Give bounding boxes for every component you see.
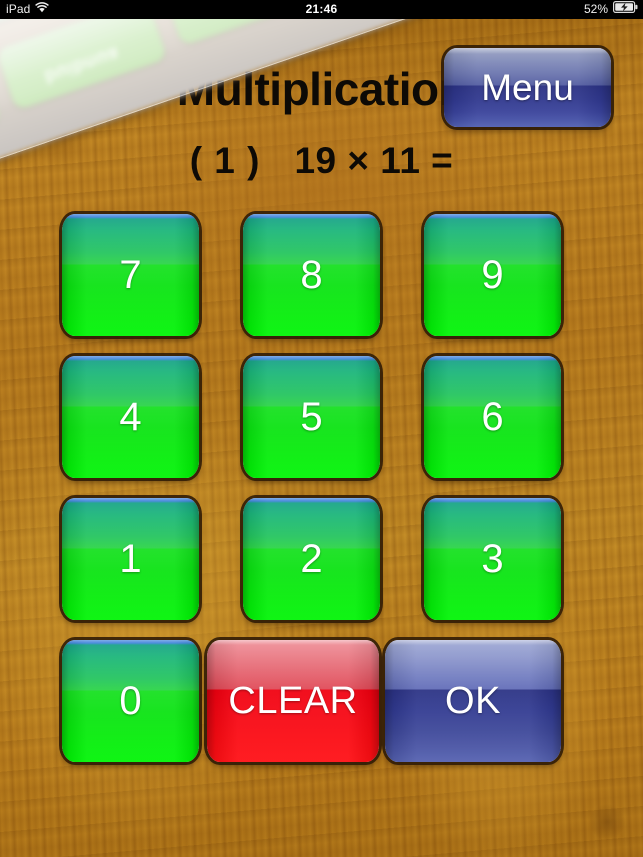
key-4-label: 4 — [119, 395, 142, 439]
keypad: 7 8 9 4 5 6 1 2 3 0 CLEAR OK — [0, 0, 643, 857]
key-5-label: 5 — [300, 395, 323, 439]
status-bar-time: 21:46 — [305, 2, 338, 16]
menu-button[interactable]: Menu — [444, 48, 611, 127]
status-bar: iPad 21:46 52% — [0, 0, 643, 19]
battery-charging-icon — [613, 0, 638, 19]
key-7-label: 7 — [119, 253, 142, 297]
key-0-label: 0 — [119, 679, 142, 723]
menu-button-label: Menu — [481, 66, 574, 108]
key-2[interactable]: 2 — [243, 498, 380, 620]
key-clear-label: CLEAR — [228, 680, 358, 722]
key-6-label: 6 — [481, 395, 504, 439]
key-5[interactable]: 5 — [243, 356, 380, 478]
key-2-label: 2 — [300, 537, 323, 581]
key-3-label: 3 — [481, 537, 504, 581]
key-3[interactable]: 3 — [424, 498, 561, 620]
app-root: Multiplication ( 1 )19 × 11 = WOM buibnu… — [0, 0, 643, 857]
key-8-label: 8 — [300, 253, 323, 297]
key-7[interactable]: 7 — [62, 214, 199, 336]
key-ok-label: OK — [445, 680, 501, 722]
key-6[interactable]: 6 — [424, 356, 561, 478]
key-9[interactable]: 9 — [424, 214, 561, 336]
key-1[interactable]: 1 — [62, 498, 199, 620]
key-ok[interactable]: OK — [385, 640, 561, 762]
key-8[interactable]: 8 — [243, 214, 380, 336]
key-1-label: 1 — [119, 537, 142, 581]
key-clear[interactable]: CLEAR — [207, 640, 379, 762]
key-9-label: 9 — [481, 253, 504, 297]
battery-percent: 52% — [583, 2, 608, 16]
key-4[interactable]: 4 — [62, 356, 199, 478]
key-0[interactable]: 0 — [62, 640, 199, 762]
status-bar-right: 52% — [584, 0, 638, 19]
